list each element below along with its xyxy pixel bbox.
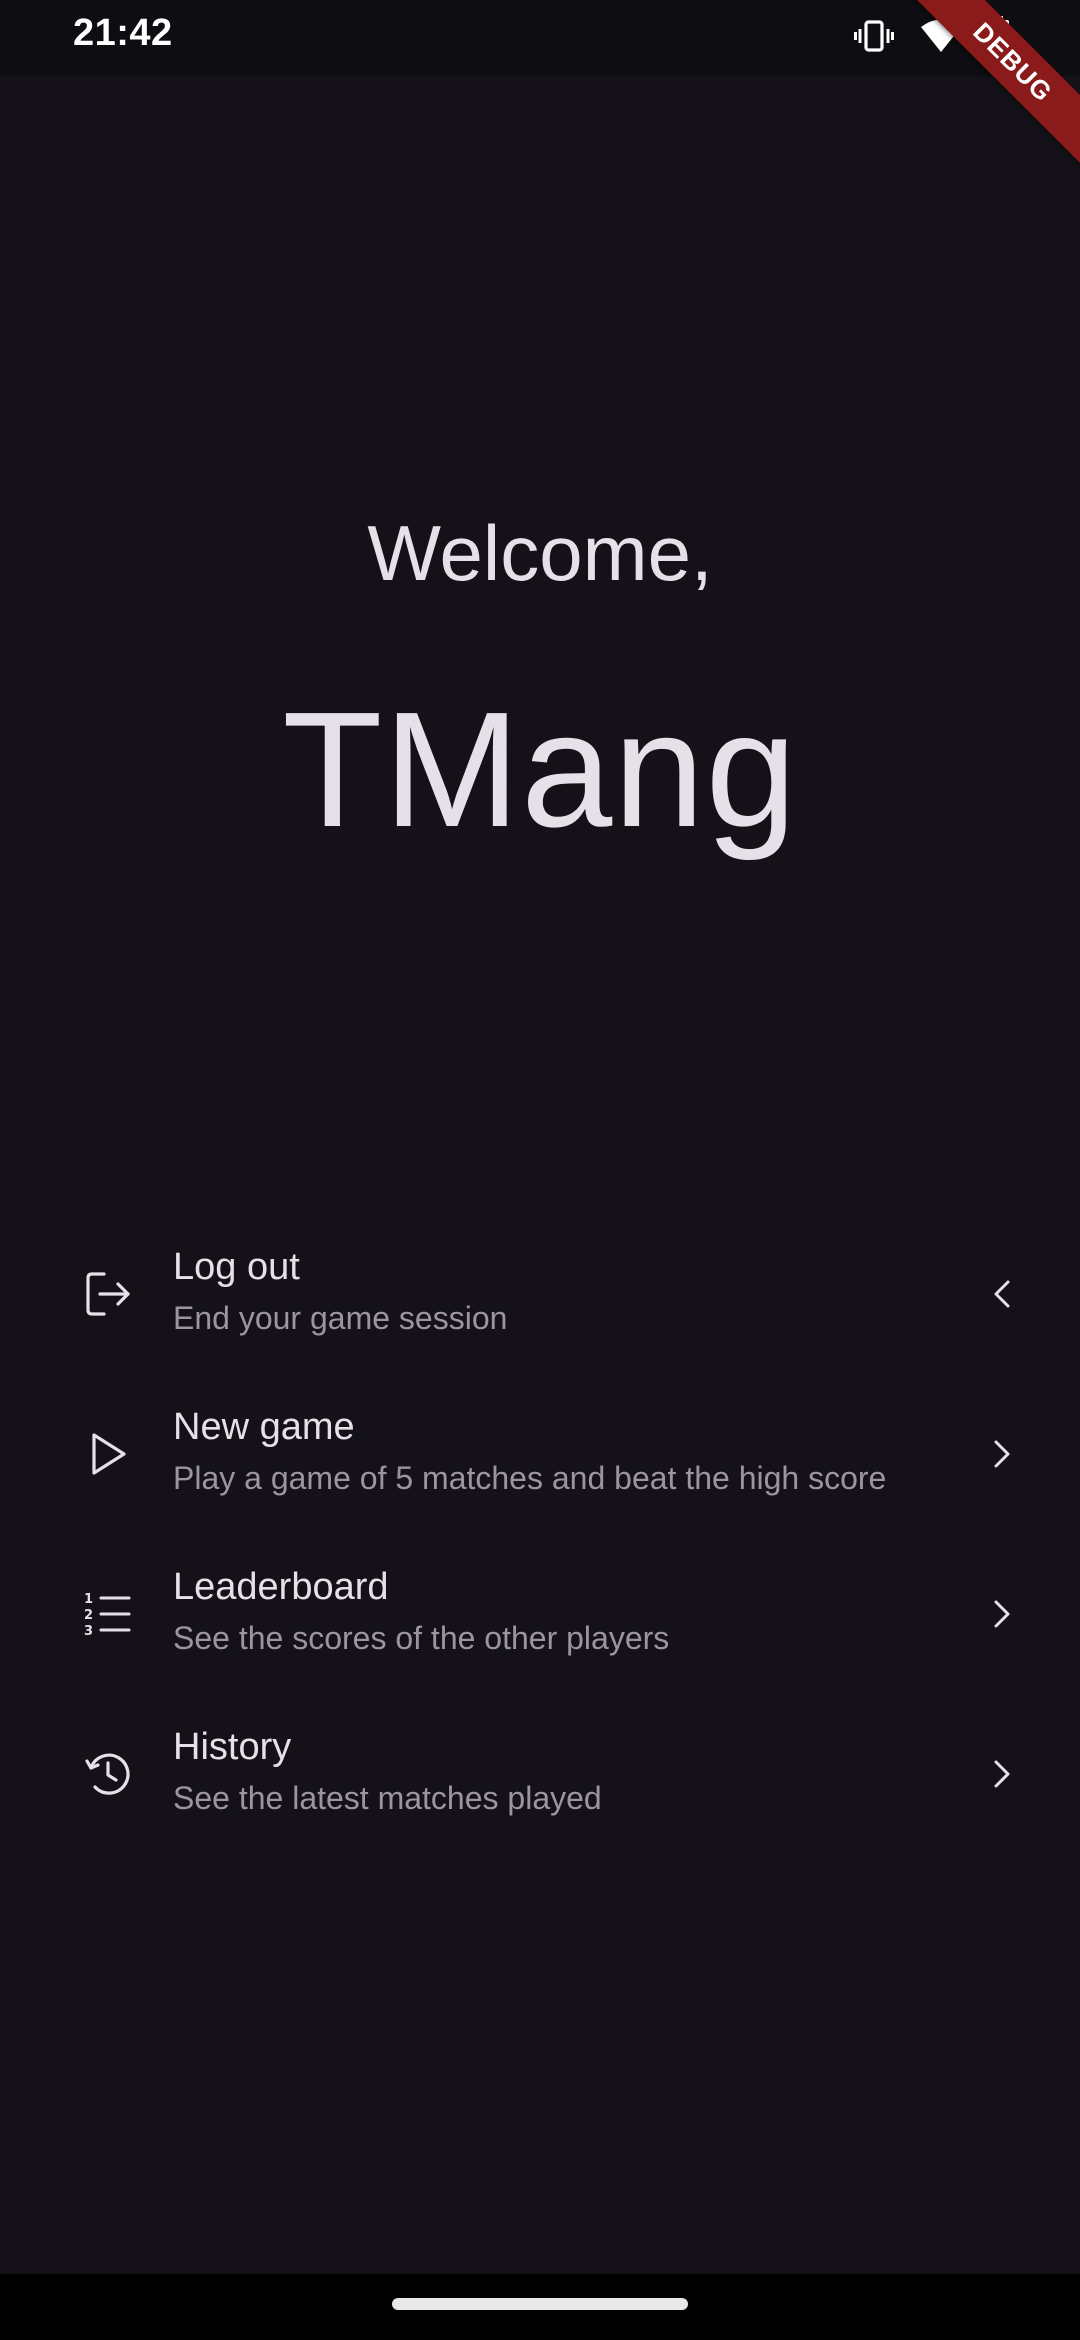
menu-item-title: Leaderboard [173,1566,389,1608]
menu-item-subtitle: See the scores of the other players [173,1620,670,1656]
menu-item-history[interactable]: History See the latest matches played [0,1694,1080,1854]
menu-item-subtitle: End your game session [173,1300,508,1336]
chevron-left-icon [982,1274,1022,1314]
menu-item-title: New game [173,1406,355,1448]
svg-text:3: 3 [84,1624,93,1637]
status-bar: 21:42 [0,0,1080,76]
play-icon [80,1426,136,1482]
menu-item-logout[interactable]: Log out End your game session [0,1214,1080,1374]
username-heading: TMang [282,678,798,861]
menu-item-leaderboard[interactable]: 1 2 3 Leaderboard See the scores of the … [0,1534,1080,1694]
navigation-bar [0,2274,1080,2340]
svg-text:2: 2 [84,1608,93,1623]
welcome-heading: Welcome, [367,509,713,597]
menu-item-subtitle: See the latest matches played [173,1780,602,1816]
chevron-right-icon [982,1754,1022,1794]
menu-item-subtitle: Play a game of 5 matches and beat the hi… [173,1460,887,1496]
numbered-list-icon: 1 2 3 [80,1586,136,1642]
menu-item-new-game[interactable]: New game Play a game of 5 matches and be… [0,1374,1080,1534]
logout-icon [80,1266,136,1322]
menu-item-title: History [173,1726,292,1768]
menu-list: Log out End your game session New game P… [0,1214,1080,1854]
vibrate-icon [854,16,894,56]
app-screen: 21:42 DEBUG Welcome, TMang Log out End y… [0,0,1080,2340]
chevron-right-icon [982,1594,1022,1634]
chevron-right-icon [982,1434,1022,1474]
menu-item-title: Log out [173,1246,300,1288]
history-icon [80,1746,136,1802]
status-time: 21:42 [73,12,173,54]
home-gesture-handle[interactable] [392,2298,688,2310]
svg-text:1: 1 [84,1592,93,1607]
